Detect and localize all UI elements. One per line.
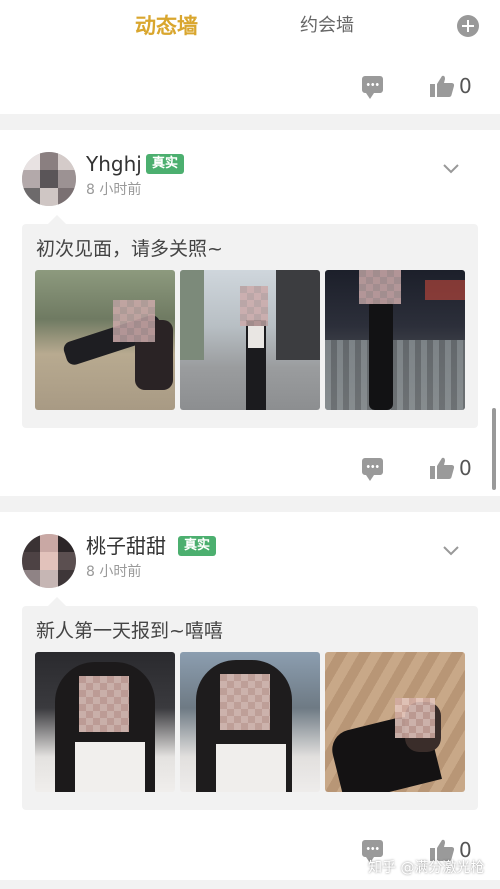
post-content: 新人第一天报到~嘻嘻 xyxy=(22,597,478,810)
like-count: 0 xyxy=(459,74,472,98)
comment-icon[interactable] xyxy=(362,76,383,99)
plus-circle-icon[interactable] xyxy=(457,15,479,37)
verified-badge: 真实 xyxy=(178,536,217,556)
post-card: 桃子甜甜 真实 8 小时前 新人第一天报到~嘻嘻 0 xyxy=(0,512,500,880)
comment-icon[interactable] xyxy=(362,840,383,863)
watermark: 知乎 @满分激光枪 xyxy=(368,860,485,876)
tab-dynamic-wall[interactable]: 动态墙 xyxy=(135,12,198,40)
avatar[interactable] xyxy=(22,152,76,206)
top-tab-bar: 动态墙 约会墙 xyxy=(0,0,500,58)
username[interactable]: Yhghj xyxy=(86,150,142,178)
post-actions: 0 xyxy=(0,448,500,488)
post-photo[interactable] xyxy=(180,652,320,792)
previous-post-footer: 0 xyxy=(0,58,500,114)
post-photo[interactable] xyxy=(180,270,320,410)
post-time: 8 小时前 xyxy=(86,182,142,198)
post-photo[interactable] xyxy=(35,652,175,792)
username[interactable]: 桃子甜甜 xyxy=(86,532,166,560)
post-photo[interactable] xyxy=(325,652,465,792)
thumbs-up-icon[interactable] xyxy=(429,456,455,480)
chevron-down-icon[interactable] xyxy=(442,160,460,178)
like-count: 0 xyxy=(459,456,472,480)
post-text: 初次见面，请多关照~ xyxy=(36,238,223,260)
scrollbar[interactable] xyxy=(492,408,496,490)
post-text: 新人第一天报到~嘻嘻 xyxy=(36,620,223,642)
verified-badge: 真实 xyxy=(146,154,185,174)
chevron-down-icon[interactable] xyxy=(442,542,460,560)
comment-icon[interactable] xyxy=(362,458,383,481)
avatar[interactable] xyxy=(22,534,76,588)
tab-dating-wall[interactable]: 约会墙 xyxy=(300,12,354,40)
post-content: 初次见面，请多关照~ xyxy=(22,215,478,428)
post-time: 8 小时前 xyxy=(86,564,142,580)
post-actions: 0 xyxy=(0,66,500,106)
thumbs-up-icon[interactable] xyxy=(429,74,455,98)
post-photo[interactable] xyxy=(35,270,175,410)
post-photo[interactable] xyxy=(325,270,465,410)
post-card: Yhghj 真实 8 小时前 初次见面，请多关照~ 0 xyxy=(0,130,500,496)
